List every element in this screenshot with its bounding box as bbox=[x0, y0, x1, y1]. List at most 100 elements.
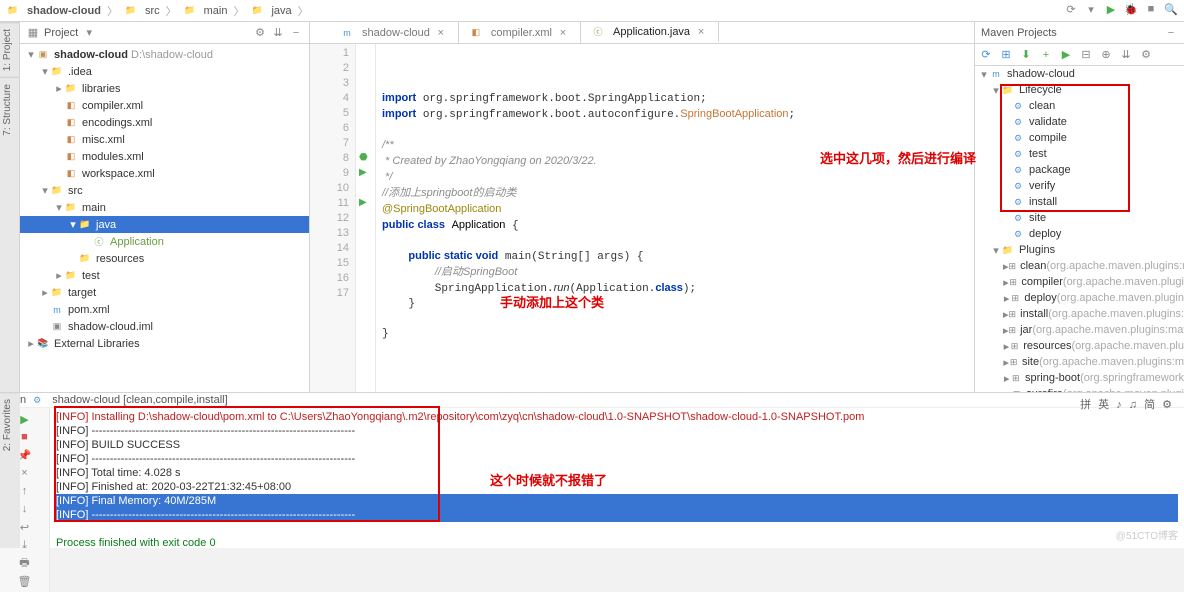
refresh-icon[interactable]: ⟳ bbox=[979, 48, 993, 62]
xml-icon: ◧ bbox=[469, 26, 483, 40]
run-gutter-icon[interactable]: ▶ bbox=[359, 197, 367, 208]
chevron-right-icon: 〉 bbox=[233, 3, 244, 19]
breadcrumb-item[interactable]: 📁src bbox=[124, 4, 160, 18]
console-output[interactable]: [INFO] Installing D:\shadow-cloud\pom.xm… bbox=[50, 408, 1184, 592]
tree-node[interactable]: ◧misc.xml bbox=[20, 131, 309, 148]
tree-node[interactable]: ⓒApplication bbox=[20, 233, 309, 250]
editor-tab[interactable]: mshadow-cloud× bbox=[330, 22, 459, 43]
run-config-name: shadow-cloud [clean,compile,install] bbox=[52, 394, 227, 406]
close-icon[interactable]: × bbox=[556, 26, 570, 40]
library-icon: 📚 bbox=[36, 337, 50, 351]
settings-icon[interactable]: ⚙ bbox=[1139, 48, 1153, 62]
maven-plugin[interactable]: ▸⊞spring-boot (org.springframework bbox=[975, 370, 1184, 386]
breadcrumb-item[interactable]: 📁java bbox=[250, 4, 291, 18]
code-content[interactable]: import org.springframework.boot.SpringAp… bbox=[376, 44, 974, 392]
maven-root[interactable]: ▾mshadow-cloud bbox=[975, 66, 1184, 82]
tree-node[interactable]: ◧workspace.xml bbox=[20, 165, 309, 182]
download-icon[interactable]: ⬇ bbox=[1019, 48, 1033, 62]
tree-node[interactable]: ▾📁src bbox=[20, 182, 309, 199]
tree-node[interactable]: ◧encodings.xml bbox=[20, 114, 309, 131]
editor-tab[interactable]: ◧compiler.xml× bbox=[459, 22, 581, 43]
print-icon[interactable]: 🖶 bbox=[18, 556, 32, 570]
folder-icon: 📁 bbox=[64, 269, 78, 283]
close-icon[interactable]: × bbox=[694, 25, 708, 39]
dropdown-icon[interactable]: ▾ bbox=[1084, 2, 1098, 16]
tab-structure[interactable]: 7: Structure bbox=[0, 77, 19, 142]
run-icon[interactable]: ▶ bbox=[1104, 2, 1118, 16]
build-icon[interactable]: ⟳ bbox=[1064, 2, 1078, 16]
maven-icon: m bbox=[340, 26, 354, 40]
run-gutter-icon[interactable]: ⬣ bbox=[359, 152, 368, 163]
maven-toolbar: ⟳ ⊞ ⬇ + ▶ ⊟ ⊕ ⇊ ⚙ bbox=[975, 44, 1184, 66]
plugin-icon: ⊞ bbox=[1010, 339, 1019, 353]
maven-plugin[interactable]: ▸⊞compiler (org.apache.maven.plugi bbox=[975, 274, 1184, 290]
collapse-icon[interactable]: ⇊ bbox=[271, 26, 285, 40]
tree-node[interactable]: ▾📁.idea bbox=[20, 63, 309, 80]
tree-node[interactable]: 📁resources bbox=[20, 250, 309, 267]
toggle-icon[interactable]: ⊕ bbox=[1099, 48, 1113, 62]
tree-node[interactable]: ▸📁libraries bbox=[20, 80, 309, 97]
module-icon: ▣ bbox=[36, 48, 50, 62]
generate-icon[interactable]: ⊞ bbox=[999, 48, 1013, 62]
tree-node[interactable]: ◧compiler.xml bbox=[20, 97, 309, 114]
folder-icon: 📁 bbox=[50, 184, 64, 198]
add-icon[interactable]: + bbox=[1039, 48, 1053, 62]
panel-title: Project bbox=[44, 27, 78, 39]
tree-node[interactable]: ▸📁test bbox=[20, 267, 309, 284]
search-icon[interactable]: 🔍 bbox=[1164, 2, 1178, 16]
maven-plugin[interactable]: ▸⊞surefire (org.apache.maven.plugi bbox=[975, 386, 1184, 392]
maven-plugins[interactable]: ▾📁Plugins bbox=[975, 242, 1184, 258]
gear-icon: ⚙ bbox=[1011, 227, 1025, 241]
tree-node[interactable]: ▸📁target bbox=[20, 284, 309, 301]
collapse-icon[interactable]: ⇊ bbox=[1119, 48, 1133, 62]
tab-project[interactable]: 1: Project bbox=[0, 22, 19, 77]
maven-plugin[interactable]: ▸⊞install (org.apache.maven.plugins: bbox=[975, 306, 1184, 322]
debug-icon[interactable]: 🐞 bbox=[1124, 2, 1138, 16]
maven-goal[interactable]: ⚙site bbox=[975, 210, 1184, 226]
gear-icon[interactable]: ⚙ bbox=[253, 26, 267, 40]
xml-icon: ◧ bbox=[64, 99, 78, 113]
stop-icon[interactable]: ■ bbox=[1144, 2, 1158, 16]
maven-plugin[interactable]: ▸⊞site (org.apache.maven.plugins:m bbox=[975, 354, 1184, 370]
folder-icon: 📁 bbox=[64, 82, 78, 96]
hide-icon[interactable]: − bbox=[289, 26, 303, 40]
editor-area: mshadow-cloud× ◧compiler.xml× ⓒApplicati… bbox=[310, 22, 974, 392]
maven-plugin[interactable]: ▸⊞jar (org.apache.maven.plugins:mav bbox=[975, 322, 1184, 338]
dropdown-icon[interactable]: ▾ bbox=[82, 26, 96, 40]
annotation-text: 这个时候就不报错了 bbox=[490, 470, 607, 489]
plugin-icon: ⊞ bbox=[1011, 371, 1022, 385]
annotation-text: 手动添加上这个类 bbox=[500, 292, 604, 311]
folder-icon: 📁 bbox=[50, 65, 64, 79]
breadcrumb-item[interactable]: 📁shadow-cloud bbox=[6, 4, 101, 18]
breadcrumb-item[interactable]: 📁main bbox=[183, 4, 228, 18]
chevron-right-icon: 〉 bbox=[107, 3, 118, 19]
tree-node[interactable]: ▣shadow-cloud.iml bbox=[20, 318, 309, 335]
run-icon[interactable]: ▶ bbox=[1059, 48, 1073, 62]
execute-icon[interactable]: ⊟ bbox=[1079, 48, 1093, 62]
project-panel: ▦Project▾ ⚙⇊− ▾▣shadow-cloud D:\shadow-c… bbox=[20, 22, 310, 392]
gutter-marks: ⬣ ▶ ▶ bbox=[356, 44, 376, 392]
tree-node[interactable]: ◧modules.xml bbox=[20, 148, 309, 165]
maven-plugin[interactable]: ▸⊞clean (org.apache.maven.plugins:m bbox=[975, 258, 1184, 274]
line-numbers: 1234567891011121314151617 bbox=[310, 44, 356, 392]
plugin-icon: ⊞ bbox=[1009, 259, 1017, 273]
maven-title: Maven Projects bbox=[981, 27, 1160, 39]
close-icon[interactable]: × bbox=[434, 26, 448, 40]
project-tree: ▾▣shadow-cloud D:\shadow-cloud ▾📁.idea ▸… bbox=[20, 44, 309, 392]
panel-header: ▦Project▾ ⚙⇊− bbox=[20, 22, 309, 44]
tree-node[interactable]: mpom.xml bbox=[20, 301, 309, 318]
tree-root[interactable]: ▾▣shadow-cloud D:\shadow-cloud bbox=[20, 46, 309, 63]
trash-icon[interactable]: 🗑 bbox=[18, 574, 32, 588]
xml-icon: ◧ bbox=[64, 150, 78, 164]
maven-plugin[interactable]: ▸⊞deploy (org.apache.maven.plugin bbox=[975, 290, 1184, 306]
maven-plugin[interactable]: ▸⊞resources (org.apache.maven.plu bbox=[975, 338, 1184, 354]
tree-node[interactable]: ▸📚External Libraries bbox=[20, 335, 309, 352]
watermark: @51CTO博客 bbox=[1116, 527, 1178, 542]
hide-icon[interactable]: − bbox=[1164, 26, 1178, 40]
run-gutter-icon[interactable]: ▶ bbox=[359, 167, 367, 178]
editor-tab-active[interactable]: ⓒApplication.java× bbox=[581, 22, 719, 43]
tab-favorites[interactable]: 2: Favorites bbox=[0, 392, 20, 457]
maven-goal[interactable]: ⚙deploy bbox=[975, 226, 1184, 242]
tree-node[interactable]: ▾📁main bbox=[20, 199, 309, 216]
tree-node-selected[interactable]: ▾📁java bbox=[20, 216, 309, 233]
